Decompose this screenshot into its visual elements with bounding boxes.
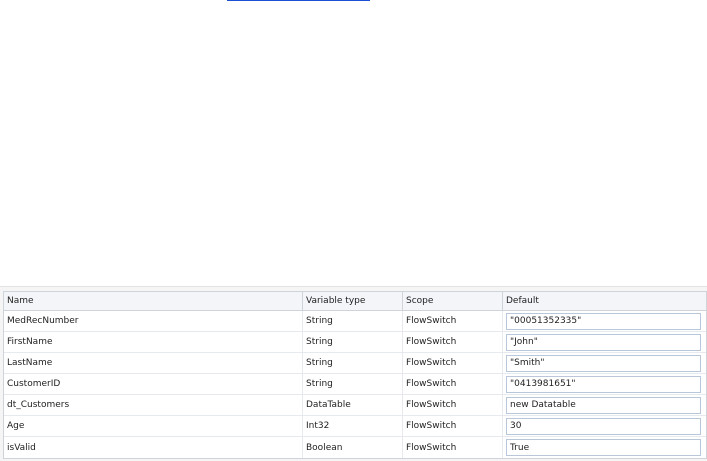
variable-row-customerid[interactable]: CustomerID String FlowSwitch "0413981651…: [4, 374, 706, 395]
variable-type[interactable]: String: [303, 374, 403, 394]
variable-name[interactable]: CustomerID: [4, 374, 303, 394]
default-value-input[interactable]: new Datatable: [506, 396, 701, 414]
variable-type[interactable]: String: [303, 311, 403, 331]
column-header-name[interactable]: Name: [4, 292, 303, 310]
default-value-input[interactable]: "00051352335": [506, 312, 701, 330]
column-header-scope[interactable]: Scope: [403, 292, 503, 310]
variable-type[interactable]: Boolean: [303, 437, 403, 458]
variable-type[interactable]: DataTable: [303, 395, 403, 415]
variable-name[interactable]: FirstName: [4, 332, 303, 352]
variable-default-cell: True: [503, 437, 706, 458]
default-value-input[interactable]: True: [506, 439, 701, 456]
variable-row-medrecnumber[interactable]: MedRecNumber String FlowSwitch "00051352…: [4, 311, 706, 332]
variable-scope[interactable]: FlowSwitch: [403, 437, 503, 458]
variable-row-dt-customers[interactable]: dt_Customers DataTable FlowSwitch new Da…: [4, 395, 706, 416]
column-header-variable-type[interactable]: Variable type: [303, 292, 403, 310]
variables-panel: Name Variable type Scope Default MedRecN…: [0, 286, 707, 461]
variable-scope[interactable]: FlowSwitch: [403, 332, 503, 352]
variable-scope[interactable]: FlowSwitch: [403, 353, 503, 373]
variable-name[interactable]: isValid: [4, 437, 303, 458]
variable-default-cell: 30: [503, 416, 706, 436]
variable-scope[interactable]: FlowSwitch: [403, 395, 503, 415]
variable-name[interactable]: LastName: [4, 353, 303, 373]
variable-default-cell: "Smith": [503, 353, 706, 373]
default-value-input[interactable]: "0413981651": [506, 375, 701, 393]
variable-row-isvalid[interactable]: isValid Boolean FlowSwitch True: [4, 437, 706, 458]
default-value-input[interactable]: "John": [506, 333, 701, 351]
variable-default-cell: "John": [503, 332, 706, 352]
variable-row-lastname[interactable]: LastName String FlowSwitch "Smith": [4, 353, 706, 374]
link-underline[interactable]: [227, 0, 370, 1]
variable-default-cell: "00051352335": [503, 311, 706, 331]
variable-default-cell: new Datatable: [503, 395, 706, 415]
variables-grid: Name Variable type Scope Default MedRecN…: [3, 291, 707, 459]
variable-scope[interactable]: FlowSwitch: [403, 311, 503, 331]
variable-type[interactable]: String: [303, 353, 403, 373]
variable-row-firstname[interactable]: FirstName String FlowSwitch "John": [4, 332, 706, 353]
variable-row-age[interactable]: Age Int32 FlowSwitch 30: [4, 416, 706, 437]
variable-name[interactable]: Age: [4, 416, 303, 436]
variable-type[interactable]: String: [303, 332, 403, 352]
variable-default-cell: "0413981651": [503, 374, 706, 394]
variable-name[interactable]: MedRecNumber: [4, 311, 303, 331]
variable-name[interactable]: dt_Customers: [4, 395, 303, 415]
variable-scope[interactable]: FlowSwitch: [403, 416, 503, 436]
column-header-default[interactable]: Default: [503, 292, 706, 310]
default-value-input[interactable]: "Smith": [506, 354, 701, 372]
grid-header-row: Name Variable type Scope Default: [4, 292, 706, 311]
variable-scope[interactable]: FlowSwitch: [403, 374, 503, 394]
default-value-input[interactable]: 30: [506, 417, 701, 435]
variable-type[interactable]: Int32: [303, 416, 403, 436]
